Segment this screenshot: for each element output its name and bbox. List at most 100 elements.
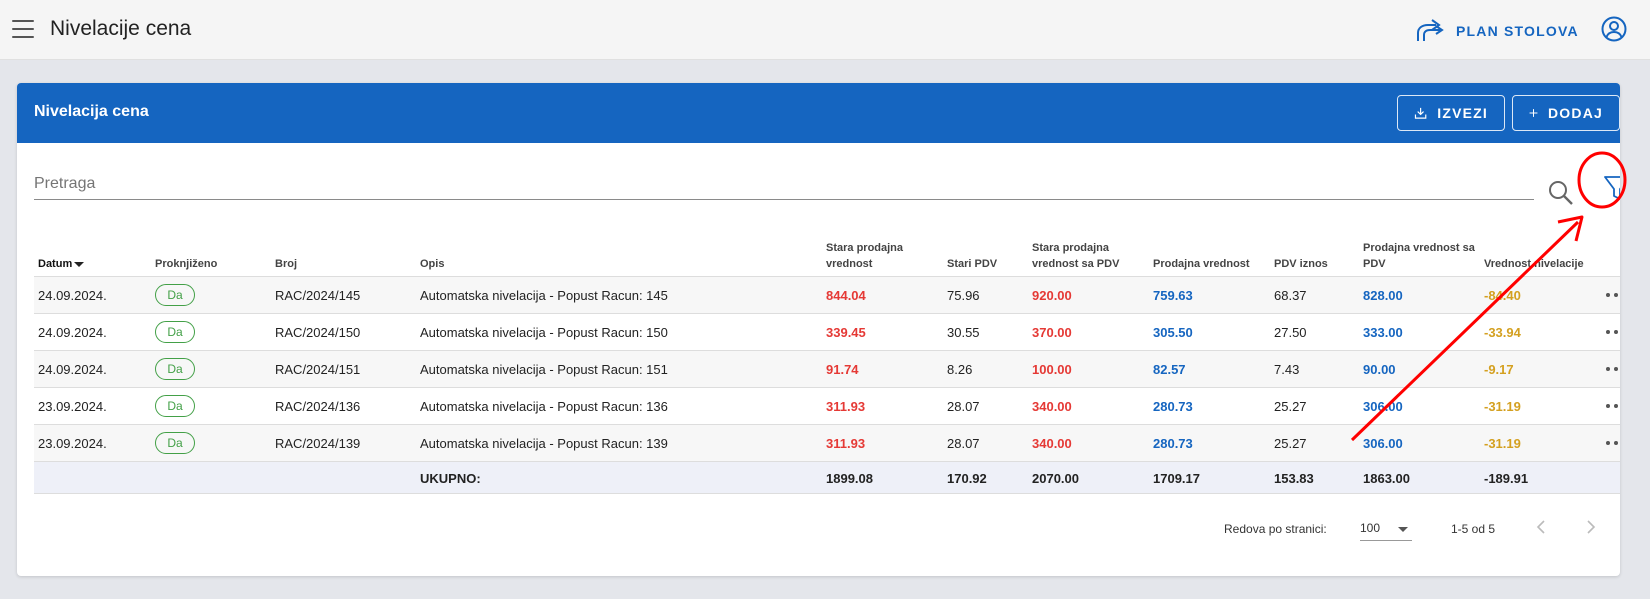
table-row[interactable]: 24.09.2024. RAC/2024/150 Automatska nivela… (34, 314, 1620, 351)
cell-broj: RAC/2024/151 (275, 362, 361, 377)
nivelacija-table: Datum Proknjiženo Broj Opis Stara prodaj… (34, 240, 1620, 494)
cell-prodajna: 305.50 (1153, 325, 1193, 340)
plus-icon (1529, 109, 1538, 117)
cell-datum: 23.09.2024. (38, 436, 107, 451)
table-row[interactable]: 24.09.2024. RAC/2024/145 Automatska nivela… (34, 277, 1620, 314)
totals-row: UKUPNO: 1899.08 170.92 2070.00 1709.17 1… (34, 462, 1620, 494)
col-broj[interactable]: Broj (275, 256, 297, 272)
posted-badge: Da (155, 321, 195, 343)
row-more-icon[interactable] (1606, 399, 1620, 413)
app-bar: Nivelacije cena PLAN STOLOVA (0, 0, 1650, 60)
rows-per-page-select[interactable]: 100 (1360, 517, 1412, 541)
card-header: Nivelacija cena IZVEZI DODAJ (17, 83, 1620, 143)
search-input[interactable] (34, 170, 1474, 198)
hamburger-menu-icon[interactable] (12, 20, 34, 40)
export-button[interactable]: IZVEZI (1397, 95, 1505, 131)
cell-datum: 24.09.2024. (38, 325, 107, 340)
row-more-icon[interactable] (1606, 325, 1620, 339)
cell-broj: RAC/2024/139 (275, 436, 361, 451)
cell-stara-sa-pdv: 340.00 (1032, 399, 1072, 414)
card-title: Nivelacija cena (34, 103, 149, 120)
table-header: Datum Proknjiženo Broj Opis Stara prodaj… (34, 240, 1620, 277)
col-opis[interactable]: Opis (420, 256, 444, 272)
cell-opis: Automatska nivelacija - Popust Racun: 15… (420, 362, 668, 377)
cell-stara-sa-pdv: 920.00 (1032, 288, 1072, 303)
posted-badge: Da (155, 432, 195, 454)
plan-stolova-button[interactable]: PLAN STOLOVA (1416, 17, 1579, 45)
cell-prodajna-sa-pdv: 828.00 (1363, 288, 1403, 303)
col-prodajna-sa-pdv[interactable]: Prodajna vrednost sa PDV (1363, 240, 1478, 272)
nivelacija-card: Nivelacija cena IZVEZI DODAJ Datum Prokn… (17, 83, 1620, 576)
cell-prodajna-sa-pdv: 333.00 (1363, 325, 1403, 340)
cell-prodajna-sa-pdv: 306.00 (1363, 436, 1403, 451)
cell-prodajna: 280.73 (1153, 399, 1193, 414)
cell-datum: 24.09.2024. (38, 288, 107, 303)
add-label: DODAJ (1547, 105, 1603, 121)
cell-broj: RAC/2024/145 (275, 288, 361, 303)
cell-pdv-iznos: 27.50 (1274, 325, 1307, 340)
cell-stari-pdv: 28.07 (947, 399, 980, 414)
add-button[interactable]: DODAJ (1512, 95, 1620, 131)
cell-nivelacija: -33.94 (1484, 325, 1521, 340)
col-vrednost-nivelacije[interactable]: Vrednost nivelacije (1484, 256, 1584, 272)
table-row[interactable]: 23.09.2024. RAC/2024/139 Automatska nivela… (34, 425, 1620, 462)
cell-stari-pdv: 30.55 (947, 325, 980, 340)
search-icon[interactable] (1547, 179, 1575, 207)
cell-datum: 24.09.2024. (38, 362, 107, 377)
cell-stara-prodajna: 311.93 (826, 436, 866, 451)
cell-pdv-iznos: 7.43 (1274, 362, 1300, 377)
cell-stara-prodajna: 91.74 (826, 362, 859, 377)
col-prodajna[interactable]: Prodajna vrednost (1153, 256, 1250, 272)
cell-stari-pdv: 28.07 (947, 436, 980, 451)
cell-stari-pdv: 8.26 (947, 362, 973, 377)
chevron-down-icon (1398, 527, 1408, 532)
total-stari-pdv: 170.92 (947, 471, 987, 486)
forward-arrow-icon (1417, 19, 1444, 41)
filter-icon[interactable] (1602, 173, 1620, 203)
cell-stara-sa-pdv: 340.00 (1032, 436, 1072, 451)
page-title: Nivelacije cena (50, 17, 192, 40)
cell-stara-prodajna: 311.93 (826, 399, 866, 414)
pagination: Redova po stranici: 100 1-5 od 5 (17, 513, 1620, 543)
cell-nivelacija: -84.40 (1484, 288, 1521, 303)
search-field (34, 170, 1534, 200)
row-more-icon[interactable] (1606, 288, 1620, 302)
cell-prodajna: 759.63 (1153, 288, 1193, 303)
col-stara-prodajna[interactable]: Stara prodajna vrednost (826, 240, 926, 272)
col-proknjizeno[interactable]: Proknjiženo (155, 256, 217, 272)
chevron-left-icon[interactable] (1532, 517, 1552, 537)
plan-stolova-label: PLAN STOLOVA (1456, 23, 1579, 39)
col-datum[interactable]: Datum (38, 256, 85, 272)
col-stari-pdv[interactable]: Stari PDV (947, 256, 997, 272)
cell-stari-pdv: 75.96 (947, 288, 980, 303)
col-pdv-iznos[interactable]: PDV iznos (1274, 256, 1328, 272)
rows-per-page-label: Redova po stranici: (1224, 522, 1327, 536)
cell-broj: RAC/2024/150 (275, 325, 361, 340)
total-prodajna-sa-pdv: 1863.00 (1363, 471, 1410, 486)
col-stara-sa-pdv[interactable]: Stara prodajna vrednost sa PDV (1032, 240, 1132, 272)
table-row[interactable]: 24.09.2024. RAC/2024/151 Automatska nivela… (34, 351, 1620, 388)
account-icon[interactable] (1601, 16, 1627, 42)
col-datum-label: Datum (38, 258, 73, 270)
total-stara: 1899.08 (826, 471, 873, 486)
cell-pdv-iznos: 68.37 (1274, 288, 1307, 303)
posted-badge: Da (155, 284, 195, 306)
rows-per-page-value: 100 (1360, 521, 1381, 535)
table-row[interactable]: 23.09.2024. RAC/2024/136 Automatska nivela… (34, 388, 1620, 425)
cell-pdv-iznos: 25.27 (1274, 436, 1307, 451)
page-range: 1-5 od 5 (1451, 522, 1496, 536)
cell-nivelacija: -31.19 (1484, 399, 1521, 414)
total-stara-sa-pdv: 2070.00 (1032, 471, 1079, 486)
cell-stara-prodajna: 339.45 (826, 325, 866, 340)
row-more-icon[interactable] (1606, 362, 1620, 376)
cell-prodajna-sa-pdv: 90.00 (1363, 362, 1396, 377)
row-more-icon[interactable] (1606, 436, 1620, 450)
cell-stara-sa-pdv: 100.00 (1032, 362, 1072, 377)
chevron-right-icon[interactable] (1580, 517, 1600, 537)
cell-stara-prodajna: 844.04 (826, 288, 866, 303)
cell-opis: Automatska nivelacija - Popust Racun: 14… (420, 288, 668, 303)
posted-badge: Da (155, 395, 195, 417)
total-pdv: 153.83 (1274, 471, 1314, 486)
download-icon (1414, 107, 1427, 119)
cell-nivelacija: -9.17 (1484, 362, 1514, 377)
